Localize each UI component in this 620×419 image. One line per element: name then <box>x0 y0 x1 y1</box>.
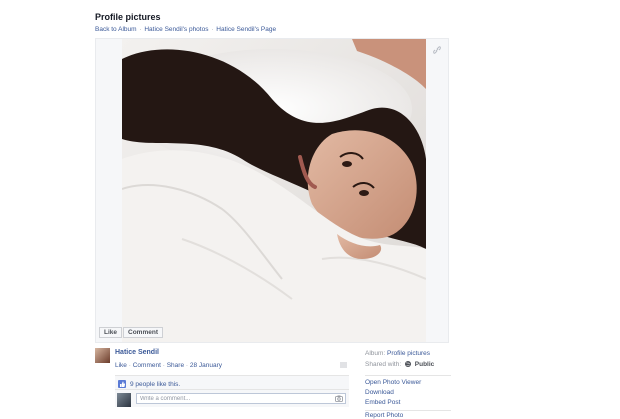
profile-photo[interactable] <box>122 39 426 342</box>
link-icon[interactable] <box>432 45 442 55</box>
likes-summary: 9 people like this. <box>115 376 349 389</box>
post-date[interactable]: 28 January <box>190 362 222 369</box>
breadcrumb-separator: · <box>211 26 214 33</box>
viewer-avatar <box>117 393 131 407</box>
author-name[interactable]: Hatice Sendil <box>115 349 159 356</box>
header: Profile pictures Back to Album · Hatice … <box>95 12 276 33</box>
comment-link[interactable]: Comment <box>133 362 161 369</box>
comment-composer <box>115 389 349 407</box>
camera-icon[interactable] <box>335 395 343 402</box>
photo-like-button[interactable]: Like <box>99 327 123 338</box>
divider <box>365 375 451 376</box>
shared-with-label: Shared with: <box>365 361 402 368</box>
album-label: Album: <box>365 350 386 357</box>
likes-count[interactable]: 9 people like this. <box>130 381 180 388</box>
privacy-info: Shared with: Public <box>365 359 451 370</box>
photo-action-bar: Like Comment <box>99 327 163 338</box>
author-avatar[interactable] <box>95 348 110 363</box>
album-name-link[interactable]: Profile pictures <box>387 350 430 357</box>
share-link[interactable]: Share <box>167 362 184 369</box>
photo-comment-button[interactable]: Comment <box>123 327 163 338</box>
photo-stage: Like Comment <box>95 38 449 343</box>
download-link[interactable]: Download <box>365 388 451 398</box>
chevron-down-icon[interactable] <box>340 362 347 368</box>
album-info: Album: Profile pictures <box>365 348 451 359</box>
page-title: Profile pictures <box>95 12 161 22</box>
report-photo-link[interactable]: Report Photo <box>365 411 451 419</box>
open-photo-viewer-link[interactable]: Open Photo Viewer <box>365 378 451 388</box>
story-actions: Like · Comment · Share · 28 January <box>115 362 222 369</box>
ufi-panel: 9 people like this. <box>115 375 349 407</box>
breadcrumb: Back to Album · Hatice Sendil's photos ·… <box>95 26 276 33</box>
embed-post-link[interactable]: Embed Post <box>365 398 451 408</box>
like-link[interactable]: Like <box>115 362 127 369</box>
audience-label[interactable]: Public <box>415 361 435 368</box>
breadcrumb-user-photos[interactable]: Hatice Sendil's photos <box>144 26 208 33</box>
thumbs-up-icon <box>118 380 126 388</box>
photo-options: Open Photo Viewer Download Embed Post Re… <box>365 378 451 419</box>
breadcrumb-user-page[interactable]: Hatice Sendil's Page <box>216 26 276 33</box>
breadcrumb-separator: · <box>139 26 142 33</box>
photo-sidebar: Album: Profile pictures Shared with: Pub… <box>365 348 451 419</box>
comment-input[interactable] <box>136 393 346 404</box>
globe-icon <box>404 361 411 367</box>
photo-image <box>122 39 426 342</box>
breadcrumb-back-to-album[interactable]: Back to Album <box>95 26 137 33</box>
